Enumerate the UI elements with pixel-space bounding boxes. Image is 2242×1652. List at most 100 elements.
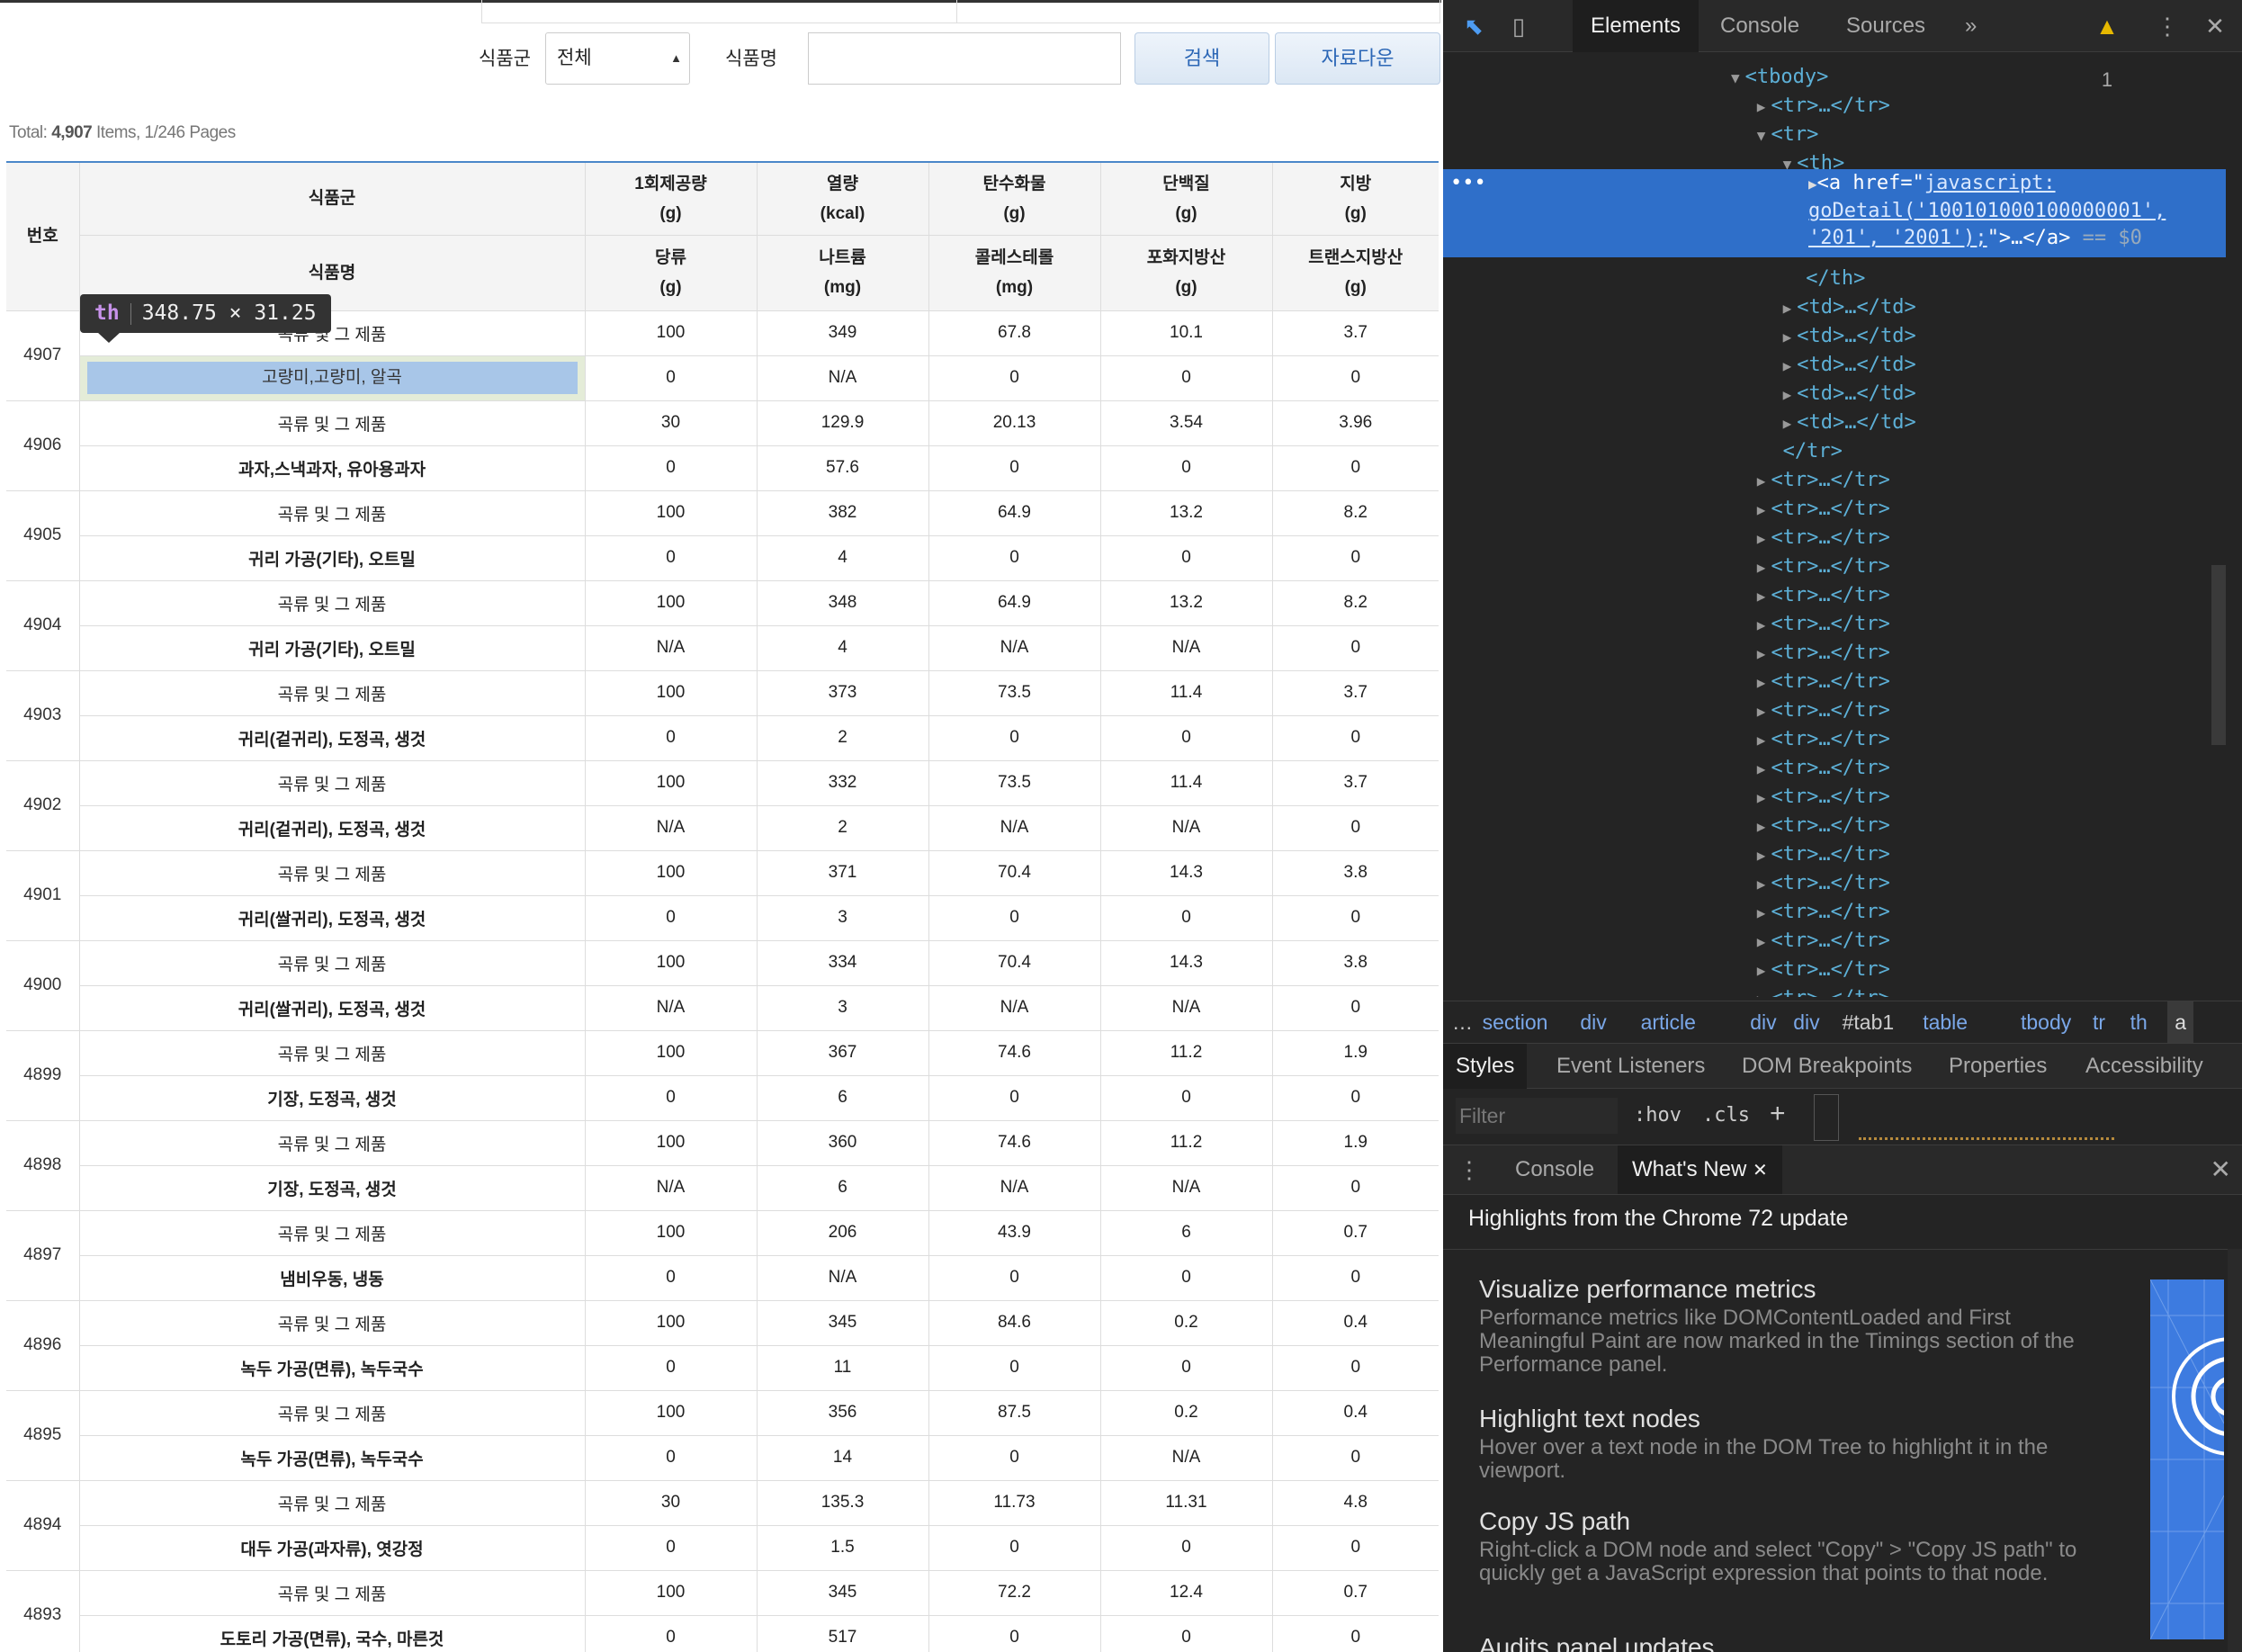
dom-node[interactable]: ▶ <tr>…</tr> bbox=[1757, 984, 1890, 997]
breadcrumb-item[interactable]: div bbox=[1580, 1001, 1606, 1043]
dom-node[interactable]: ▶ <tr>…</tr> bbox=[1757, 92, 1890, 121]
dom-node[interactable]: ▶ <td>…</td> bbox=[1783, 380, 1916, 409]
food-group-select[interactable]: 전체 ▲ bbox=[545, 32, 690, 85]
breadcrumb-item[interactable]: section bbox=[1483, 1001, 1548, 1043]
row-food-name-link[interactable]: 과자,스낵과자, 유아용과자 bbox=[78, 445, 585, 491]
whats-new-item[interactable]: Audits panel updates bbox=[1479, 1632, 2100, 1652]
dom-node[interactable]: ▶ <td>…</td> bbox=[1783, 322, 1916, 351]
breadcrumb-item[interactable]: th bbox=[2130, 1001, 2148, 1043]
dom-node[interactable]: ▶ <tr>…</tr> bbox=[1757, 812, 1890, 840]
drawer-menu-icon[interactable]: ⋮ bbox=[1457, 1145, 1481, 1194]
drawer-tab-console[interactable]: Console bbox=[1515, 1145, 1594, 1194]
download-button[interactable]: 자료다운 bbox=[1275, 32, 1440, 85]
dom-node[interactable]: ▶ <tr>…</tr> bbox=[1757, 840, 1890, 869]
tab-event-listeners[interactable]: Event Listeners bbox=[1556, 1044, 1705, 1089]
node-actions-icon[interactable]: ••• bbox=[1450, 169, 1486, 198]
kebab-menu-icon[interactable]: ⋮ bbox=[2154, 0, 2181, 52]
dom-node[interactable]: ▶ <td>…</td> bbox=[1783, 351, 1916, 380]
tab-dom-breakpoints[interactable]: DOM Breakpoints bbox=[1742, 1044, 1912, 1089]
dom-node[interactable]: ▶ <tr>…</tr> bbox=[1757, 927, 1890, 956]
collapsed-triangle-icon[interactable]: ▶ bbox=[1757, 588, 1766, 605]
collapsed-triangle-icon[interactable]: ▶ bbox=[1757, 674, 1766, 691]
header-sugar[interactable]: 당류 (g) bbox=[584, 234, 757, 311]
header-num[interactable]: 번호 bbox=[6, 161, 79, 311]
dom-node[interactable]: ▶ <tr>…</tr> bbox=[1757, 524, 1890, 552]
collapsed-triangle-icon[interactable]: ▶ bbox=[1757, 875, 1766, 893]
row-food-name-link[interactable]: 녹두 가공(면류), 녹두국수 bbox=[78, 1345, 585, 1391]
new-style-rule-icon[interactable]: + bbox=[1770, 1096, 1786, 1132]
styles-sidebar-toggle[interactable] bbox=[1814, 1094, 1839, 1141]
selected-dom-node[interactable]: ••• ▶<a href="javascript: goDetail('1001… bbox=[1443, 169, 2226, 257]
dom-node[interactable]: ▶ <tr>…</tr> bbox=[1757, 495, 1890, 524]
collapsed-triangle-icon[interactable]: ▶ bbox=[1783, 328, 1792, 346]
drawer-tab-whats-new[interactable]: What's New ✕ bbox=[1618, 1145, 1782, 1194]
row-food-name-link[interactable]: 냄비우동, 냉동 bbox=[78, 1255, 585, 1301]
warning-indicator[interactable]: ▲ 1 bbox=[2089, 0, 2125, 91]
expanded-triangle-icon[interactable]: ▼ bbox=[1757, 127, 1766, 144]
dom-node[interactable]: ▶ <tr>…</tr> bbox=[1757, 581, 1890, 610]
row-food-name-link[interactable]: 귀리(겉귀리), 도정곡, 생것 bbox=[78, 715, 585, 761]
row-food-name-link[interactable]: 기장, 도정곡, 생것 bbox=[78, 1075, 585, 1121]
collapsed-triangle-icon[interactable]: ▶ bbox=[1783, 415, 1792, 432]
dom-node[interactable]: ▶ <tr>…</tr> bbox=[1757, 754, 1890, 783]
collapsed-triangle-icon[interactable]: ▶ bbox=[1757, 559, 1766, 576]
dom-node[interactable]: ▶ <tr>…</tr> bbox=[1757, 898, 1890, 927]
row-food-name-link[interactable]: 대두 가공(과자류), 엿강정 bbox=[78, 1525, 585, 1571]
dom-node[interactable]: ▶ <tr>…</tr> bbox=[1757, 956, 1890, 984]
collapsed-triangle-icon[interactable]: ▶ bbox=[1783, 357, 1792, 374]
food-name-input[interactable] bbox=[808, 32, 1121, 85]
tab-console[interactable]: Console bbox=[1720, 0, 1799, 52]
collapsed-triangle-icon[interactable]: ▶ bbox=[1757, 501, 1766, 518]
styles-filter-input[interactable]: Filter bbox=[1456, 1098, 1618, 1134]
collapsed-triangle-icon[interactable]: ▶ bbox=[1757, 530, 1766, 547]
inspect-element-icon[interactable]: ⬉ bbox=[1456, 0, 1492, 52]
tab-elements[interactable]: Elements bbox=[1573, 0, 1699, 52]
collapsed-triangle-icon[interactable]: ▶ bbox=[1757, 703, 1766, 720]
collapsed-triangle-icon[interactable]: ▶ bbox=[1757, 789, 1766, 806]
dom-scrollbar[interactable] bbox=[2211, 565, 2226, 745]
row-food-name-link[interactable]: 귀리(쌀귀리), 도정곡, 생것 bbox=[78, 985, 585, 1031]
dom-node[interactable]: ▼ <tbody> bbox=[1731, 63, 1828, 92]
row-food-name-link[interactable]: 귀리(겉귀리), 도정곡, 생것 bbox=[78, 805, 585, 851]
collapsed-triangle-icon[interactable]: ▶ bbox=[1757, 847, 1766, 864]
collapsed-triangle-icon[interactable]: ▶ bbox=[1757, 933, 1766, 950]
device-toolbar-icon[interactable]: ▯ bbox=[1501, 0, 1537, 52]
collapsed-triangle-icon[interactable]: ▶ bbox=[1757, 472, 1766, 489]
row-food-name-link[interactable]: 고량미,고량미, 알곡 bbox=[78, 355, 585, 401]
cls-toggle[interactable]: .cls bbox=[1702, 1098, 1750, 1134]
breadcrumb-item[interactable]: div bbox=[1750, 1001, 1776, 1043]
breadcrumb-item[interactable]: article bbox=[1641, 1001, 1696, 1043]
dom-node[interactable]: ▶ <td>…</td> bbox=[1783, 293, 1916, 322]
tab-sources[interactable]: Sources bbox=[1846, 0, 1925, 52]
breadcrumb-item[interactable]: table bbox=[1923, 1001, 1968, 1043]
collapsed-triangle-icon[interactable]: ▶ bbox=[1757, 616, 1766, 633]
close-tab-icon[interactable]: ✕ bbox=[1753, 1161, 1768, 1181]
dom-node[interactable]: ▼ <tr> bbox=[1757, 121, 1819, 149]
dom-node[interactable]: ▶ <tr>…</tr> bbox=[1757, 783, 1890, 812]
collapsed-triangle-icon[interactable]: ▶ bbox=[1757, 962, 1766, 979]
close-drawer-icon[interactable]: ✕ bbox=[2211, 1145, 2231, 1194]
breadcrumb-item[interactable]: div bbox=[1793, 1001, 1819, 1043]
row-food-name-link[interactable]: 귀리 가공(기타), 오트밀 bbox=[78, 535, 585, 581]
header-fat[interactable]: 지방 (g) bbox=[1271, 161, 1439, 236]
header-carbs[interactable]: 탄수화물 (g) bbox=[928, 161, 1100, 236]
row-food-name-link[interactable]: 기장, 도정곡, 생것 bbox=[78, 1165, 585, 1211]
dom-node[interactable]: ▶ <tr>…</tr> bbox=[1757, 639, 1890, 668]
dom-node[interactable]: ▶ <tr>…</tr> bbox=[1757, 668, 1890, 696]
search-button[interactable]: 검색 bbox=[1134, 32, 1269, 85]
whats-new-item[interactable]: Visualize performance metrics Performanc… bbox=[1479, 1274, 2100, 1377]
collapsed-triangle-icon[interactable]: ▶ bbox=[1783, 300, 1792, 317]
collapsed-triangle-icon[interactable]: ▶ bbox=[1783, 386, 1792, 403]
close-devtools-icon[interactable]: ✕ bbox=[2197, 0, 2233, 52]
breadcrumb-item[interactable]: tbody bbox=[2021, 1001, 2071, 1043]
row-food-name-link[interactable]: 귀리 가공(기타), 오트밀 bbox=[78, 625, 585, 671]
tab-properties[interactable]: Properties bbox=[1949, 1044, 2047, 1089]
collapsed-triangle-icon[interactable]: ▶ bbox=[1757, 732, 1766, 749]
collapsed-triangle-icon[interactable]: ▶ bbox=[1757, 760, 1766, 777]
header-protein[interactable]: 단백질 (g) bbox=[1099, 161, 1272, 236]
dom-node[interactable]: </th> bbox=[1806, 265, 1865, 293]
more-tabs-icon[interactable]: » bbox=[1965, 0, 1977, 52]
breadcrumb-item[interactable]: a bbox=[2167, 1001, 2193, 1043]
breadcrumb-item[interactable]: #tab1 bbox=[1843, 1001, 1895, 1043]
dom-node[interactable]: ▶ <tr>…</tr> bbox=[1757, 552, 1890, 581]
